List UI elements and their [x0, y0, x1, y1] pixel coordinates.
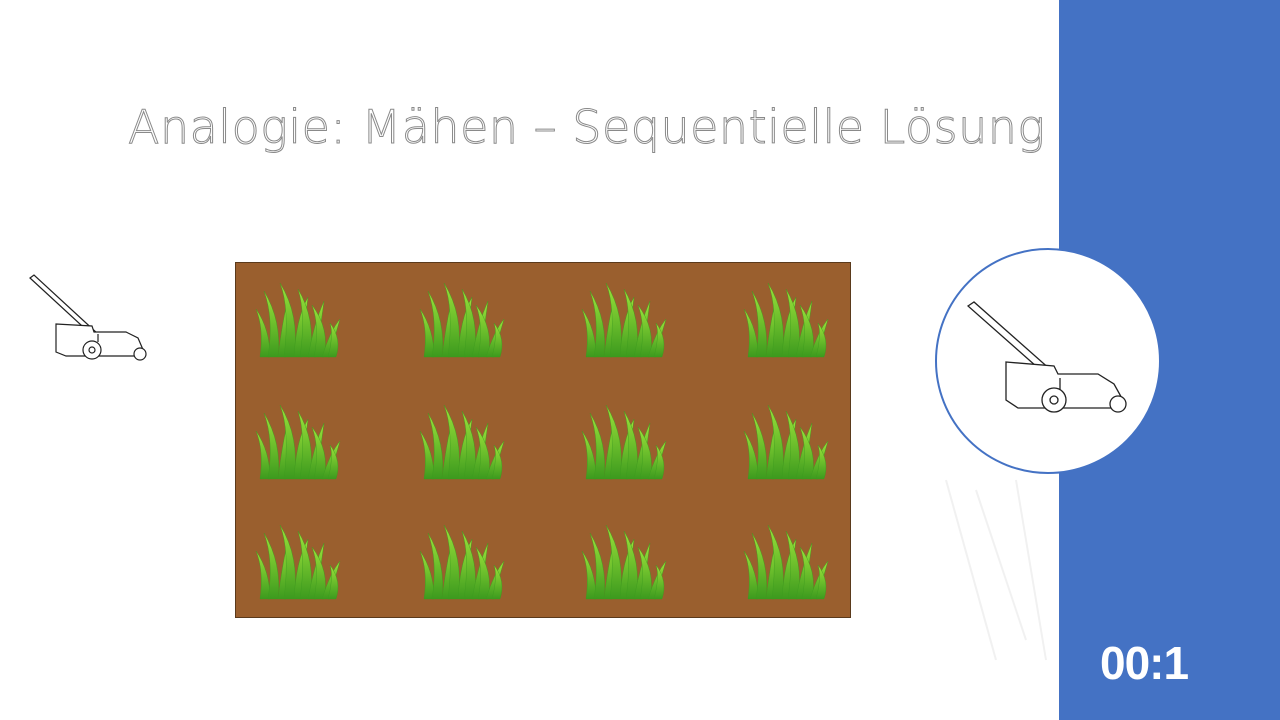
grass-tuft-icon — [419, 524, 505, 600]
grass-tuft-icon — [743, 524, 829, 600]
slide-title: Analogie: Mähen – Sequentielle Lösung — [128, 100, 1046, 155]
grass-tuft-icon — [255, 282, 341, 358]
grass-tuft-icon — [581, 404, 667, 480]
faint-motion-lines — [945, 479, 1047, 661]
grass-tuft-icon — [581, 282, 667, 358]
grass-tuft-icon — [419, 282, 505, 358]
lawn-mower-icon — [29, 274, 147, 361]
grass-field — [235, 262, 851, 618]
grass-tuft-icon — [255, 524, 341, 600]
grass-tuft-icon — [743, 404, 829, 480]
lawn-mower-icon — [966, 301, 1127, 413]
timer-display: 00:1 — [1100, 637, 1189, 689]
grass-tuft-icon — [743, 282, 829, 358]
slide: Analogie: Mähen – Sequentielle Lösung 00… — [0, 0, 1280, 720]
grass-tuft-icon — [581, 524, 667, 600]
grass-tuft-icon — [419, 404, 505, 480]
grass-tuft-icon — [255, 404, 341, 480]
